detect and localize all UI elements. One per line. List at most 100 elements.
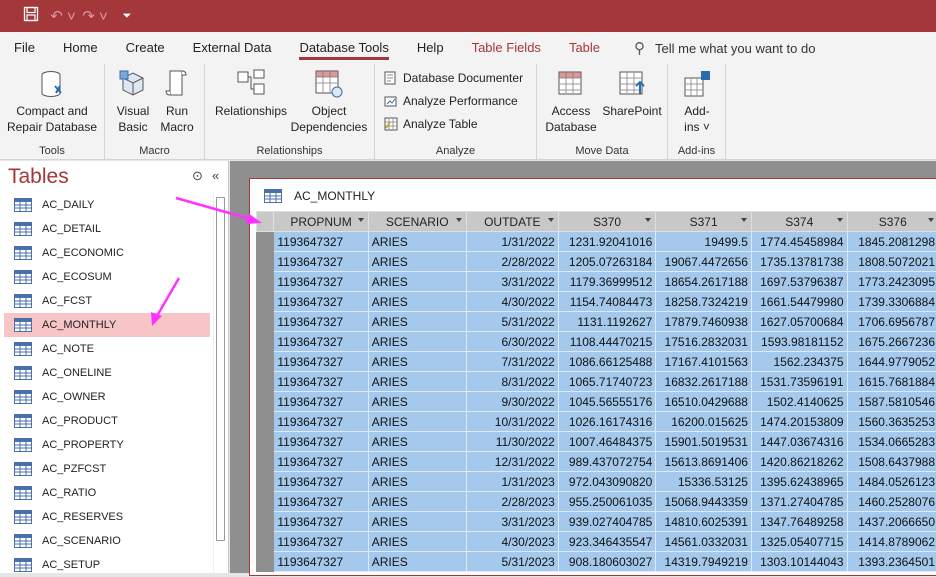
tell-me-box[interactable]: ⚲ Tell me what you want to do: [634, 39, 815, 57]
table-cell[interactable]: 1193647327: [274, 512, 368, 532]
table-cell[interactable]: 18654.2617188: [656, 272, 752, 292]
table-cell[interactable]: 1325.05407715: [751, 532, 847, 552]
table-row[interactable]: 1193647327ARIES10/31/20221026.1617431616…: [257, 412, 936, 432]
table-row[interactable]: 1193647327ARIES4/30/2023923.346435547145…: [257, 532, 936, 552]
table-cell[interactable]: 1534.0665283: [847, 432, 936, 452]
table-cell[interactable]: 1395.62438965: [751, 472, 847, 492]
analyze-table-button[interactable]: Analyze Table: [383, 114, 478, 134]
table-cell[interactable]: 1735.13781738: [751, 252, 847, 272]
table-cell[interactable]: 1231.92041016: [558, 232, 655, 252]
filter-dropdown-icon[interactable]: [456, 218, 462, 222]
table-row[interactable]: 1193647327ARIES6/30/20221108.44470215175…: [257, 332, 936, 352]
table-cell[interactable]: 1615.7681884: [847, 372, 936, 392]
column-header[interactable]: PROPNUM: [274, 212, 368, 232]
table-cell[interactable]: ARIES: [368, 352, 466, 372]
table-cell[interactable]: 1661.54479980: [751, 292, 847, 312]
table-cell[interactable]: 1193647327: [274, 232, 368, 252]
nav-table-item[interactable]: AC_SCENARIO: [4, 529, 210, 553]
table-cell[interactable]: 1484.0526123: [847, 472, 936, 492]
record-selector[interactable]: [257, 532, 274, 552]
table-cell[interactable]: 1347.76489258: [751, 512, 847, 532]
table-cell[interactable]: ARIES: [368, 252, 466, 272]
tab-help[interactable]: Help: [403, 32, 458, 64]
save-icon[interactable]: [18, 6, 44, 26]
table-cell[interactable]: 1193647327: [274, 432, 368, 452]
table-cell[interactable]: 1193647327: [274, 292, 368, 312]
table-cell[interactable]: ARIES: [368, 332, 466, 352]
table-cell[interactable]: 4/30/2022: [466, 292, 558, 312]
nav-table-item[interactable]: AC_NOTE: [4, 337, 210, 361]
column-header[interactable]: SCENARIO: [368, 212, 466, 232]
table-cell[interactable]: 939.027404785: [558, 512, 655, 532]
tab-file[interactable]: File: [0, 32, 49, 64]
table-cell[interactable]: 15068.9443359: [656, 492, 752, 512]
nav-table-item[interactable]: AC_RATIO: [4, 481, 210, 505]
select-all-corner[interactable]: [257, 212, 274, 232]
nav-table-item[interactable]: AC_DAILY: [4, 193, 210, 217]
record-selector[interactable]: [257, 312, 274, 332]
table-cell[interactable]: 972.043090820: [558, 472, 655, 492]
table-cell[interactable]: 14561.0332031: [656, 532, 752, 552]
table-cell[interactable]: 923.346435547: [558, 532, 655, 552]
table-cell[interactable]: 1393.2364501: [847, 552, 936, 572]
column-header[interactable]: S376: [847, 212, 936, 232]
table-cell[interactable]: 1/31/2022: [466, 232, 558, 252]
table-cell[interactable]: 1460.2528076: [847, 492, 936, 512]
nav-table-item[interactable]: AC_SETUP: [4, 553, 210, 577]
table-cell[interactable]: 1/31/2023: [466, 472, 558, 492]
tab-table-fields[interactable]: Table Fields: [458, 32, 555, 64]
table-cell[interactable]: 15336.53125: [656, 472, 752, 492]
table-cell[interactable]: 1371.27404785: [751, 492, 847, 512]
record-selector[interactable]: [257, 492, 274, 512]
record-selector[interactable]: [257, 252, 274, 272]
tab-home[interactable]: Home: [49, 32, 112, 64]
table-cell[interactable]: 17167.4101563: [656, 352, 752, 372]
nav-table-item[interactable]: AC_MONTHLY: [4, 313, 210, 337]
nav-scrollbar-thumb[interactable]: [216, 197, 225, 541]
table-row[interactable]: 1193647327ARIES11/30/20221007.4648437515…: [257, 432, 936, 452]
table-cell[interactable]: 1773.2423095: [847, 272, 936, 292]
table-cell[interactable]: 18258.7324219: [656, 292, 752, 312]
collapse-pane-icon[interactable]: «: [212, 168, 219, 183]
table-cell[interactable]: 1474.20153809: [751, 412, 847, 432]
table-cell[interactable]: 14319.7949219: [656, 552, 752, 572]
table-cell[interactable]: 11/30/2022: [466, 432, 558, 452]
table-row[interactable]: 1193647327ARIES1/31/2023972.043090820153…: [257, 472, 936, 492]
table-cell[interactable]: 1303.10144043: [751, 552, 847, 572]
table-row[interactable]: 1193647327ARIES12/31/2022989.43707275415…: [257, 452, 936, 472]
table-cell[interactable]: 17516.2832031: [656, 332, 752, 352]
table-cell[interactable]: ARIES: [368, 372, 466, 392]
nav-scrollbar[interactable]: [213, 193, 226, 573]
run-macro-button[interactable]: Run Macro: [155, 68, 199, 135]
table-cell[interactable]: 14810.6025391: [656, 512, 752, 532]
table-cell[interactable]: 1193647327: [274, 452, 368, 472]
table-cell[interactable]: 15901.5019531: [656, 432, 752, 452]
table-row[interactable]: 1193647327ARIES5/31/20221131.11926271787…: [257, 312, 936, 332]
table-cell[interactable]: 1420.86218262: [751, 452, 847, 472]
nav-table-item[interactable]: AC_ECOSUM: [4, 265, 210, 289]
table-cell[interactable]: 1193647327: [274, 392, 368, 412]
nav-table-item[interactable]: AC_PRODUCT: [4, 409, 210, 433]
table-cell[interactable]: ARIES: [368, 512, 466, 532]
table-cell[interactable]: 19499.5: [656, 232, 752, 252]
table-cell[interactable]: 6/30/2022: [466, 332, 558, 352]
table-cell[interactable]: ARIES: [368, 532, 466, 552]
table-cell[interactable]: 1675.2667236: [847, 332, 936, 352]
table-cell[interactable]: 12/31/2022: [466, 452, 558, 472]
table-cell[interactable]: 955.250061035: [558, 492, 655, 512]
nav-table-item[interactable]: AC_RESERVES: [4, 505, 210, 529]
table-cell[interactable]: 1154.74084473: [558, 292, 655, 312]
table-row[interactable]: 1193647327ARIES4/30/20221154.74084473182…: [257, 292, 936, 312]
table-cell[interactable]: 15613.8691406: [656, 452, 752, 472]
document-tab[interactable]: AC_MONTHLY: [264, 185, 375, 207]
table-cell[interactable]: 5/31/2022: [466, 312, 558, 332]
redo-icon[interactable]: ↷ ˅: [82, 7, 108, 25]
table-cell[interactable]: 1560.3635253: [847, 412, 936, 432]
table-row[interactable]: 1193647327ARIES9/30/20221045.56555176165…: [257, 392, 936, 412]
table-row[interactable]: 1193647327ARIES3/31/20221179.36999512186…: [257, 272, 936, 292]
addins-button[interactable]: Add- ins ˅: [672, 68, 722, 135]
table-row[interactable]: 1193647327ARIES2/28/20221205.07263184190…: [257, 252, 936, 272]
relationships-button[interactable]: Relationships: [211, 68, 291, 119]
table-cell[interactable]: 1007.46484375: [558, 432, 655, 452]
analyze-performance-button[interactable]: Analyze Performance: [383, 91, 518, 111]
